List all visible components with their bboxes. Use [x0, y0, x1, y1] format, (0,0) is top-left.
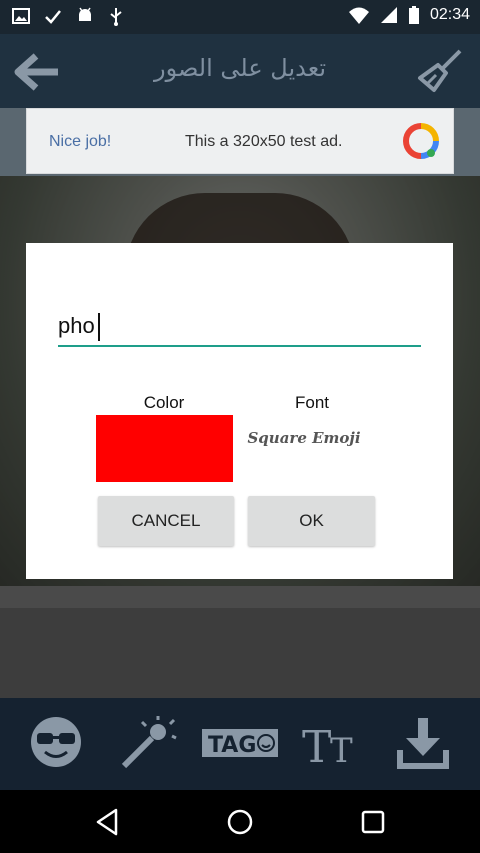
tag-icon-label: TAG	[208, 733, 256, 758]
effects-tool-button[interactable]	[118, 714, 178, 772]
nav-recents-button[interactable]	[357, 806, 389, 838]
nerd-face-icon	[31, 717, 81, 767]
nav-home-button[interactable]	[224, 806, 256, 838]
cancel-button[interactable]: CANCEL	[98, 496, 234, 546]
triangle-back-icon	[96, 808, 118, 836]
tag-tool-button[interactable]: TAG	[200, 714, 280, 772]
back-button[interactable]	[12, 52, 62, 92]
ad-nice-job: Nice job!	[49, 133, 112, 150]
font-label: Font	[294, 393, 330, 412]
color-label: Color	[143, 393, 185, 412]
check-icon	[45, 10, 61, 24]
sticker-tool-button[interactable]	[28, 714, 84, 772]
text-size-icon: T T	[302, 722, 353, 773]
signal-icon	[380, 7, 397, 23]
empty-area	[0, 608, 480, 698]
download-icon	[397, 718, 449, 769]
battery-icon	[408, 6, 419, 24]
tools-bar: TAG T T	[0, 698, 480, 790]
magic-wand-icon	[121, 716, 177, 769]
page-title: تعديل على الصور	[153, 54, 327, 82]
text-cursor	[98, 313, 100, 341]
status-bar: 02:34	[0, 0, 480, 34]
ad-area: Nice job! This a 320x50 test ad.	[0, 108, 480, 176]
usb-icon	[110, 8, 122, 26]
svg-text:T: T	[302, 722, 331, 772]
clear-button[interactable]	[416, 48, 466, 94]
tag-icon: TAG	[202, 729, 278, 758]
arrow-left-icon	[14, 53, 58, 91]
font-selector[interactable]: Square Emoji	[244, 429, 364, 447]
circle-home-icon	[227, 809, 253, 835]
ad-banner[interactable]: Nice job! This a 320x50 test ad.	[26, 108, 454, 174]
wifi-icon	[348, 7, 369, 24]
broom-icon	[418, 49, 462, 92]
svg-text:T: T	[330, 731, 353, 771]
photo-bottom-strip	[0, 586, 480, 608]
ok-button[interactable]: OK	[248, 496, 375, 546]
app-bar: تعديل على الصور	[0, 34, 480, 108]
square-recents-icon	[361, 810, 385, 834]
android-icon	[79, 7, 91, 21]
download-button[interactable]	[396, 714, 450, 772]
ad-text: This a 320x50 test ad.	[185, 133, 343, 150]
text-input[interactable]	[58, 307, 421, 347]
nav-bar	[0, 790, 480, 853]
status-time: 02:34	[429, 6, 470, 23]
text-tool-button[interactable]: T T	[300, 714, 362, 773]
color-swatch[interactable]	[96, 415, 233, 482]
image-icon	[12, 8, 30, 24]
nav-back-button[interactable]	[92, 806, 124, 838]
text-dialog: Color Font Square Emoji CANCEL OK	[26, 243, 453, 579]
ad-logo-icon	[403, 123, 439, 159]
